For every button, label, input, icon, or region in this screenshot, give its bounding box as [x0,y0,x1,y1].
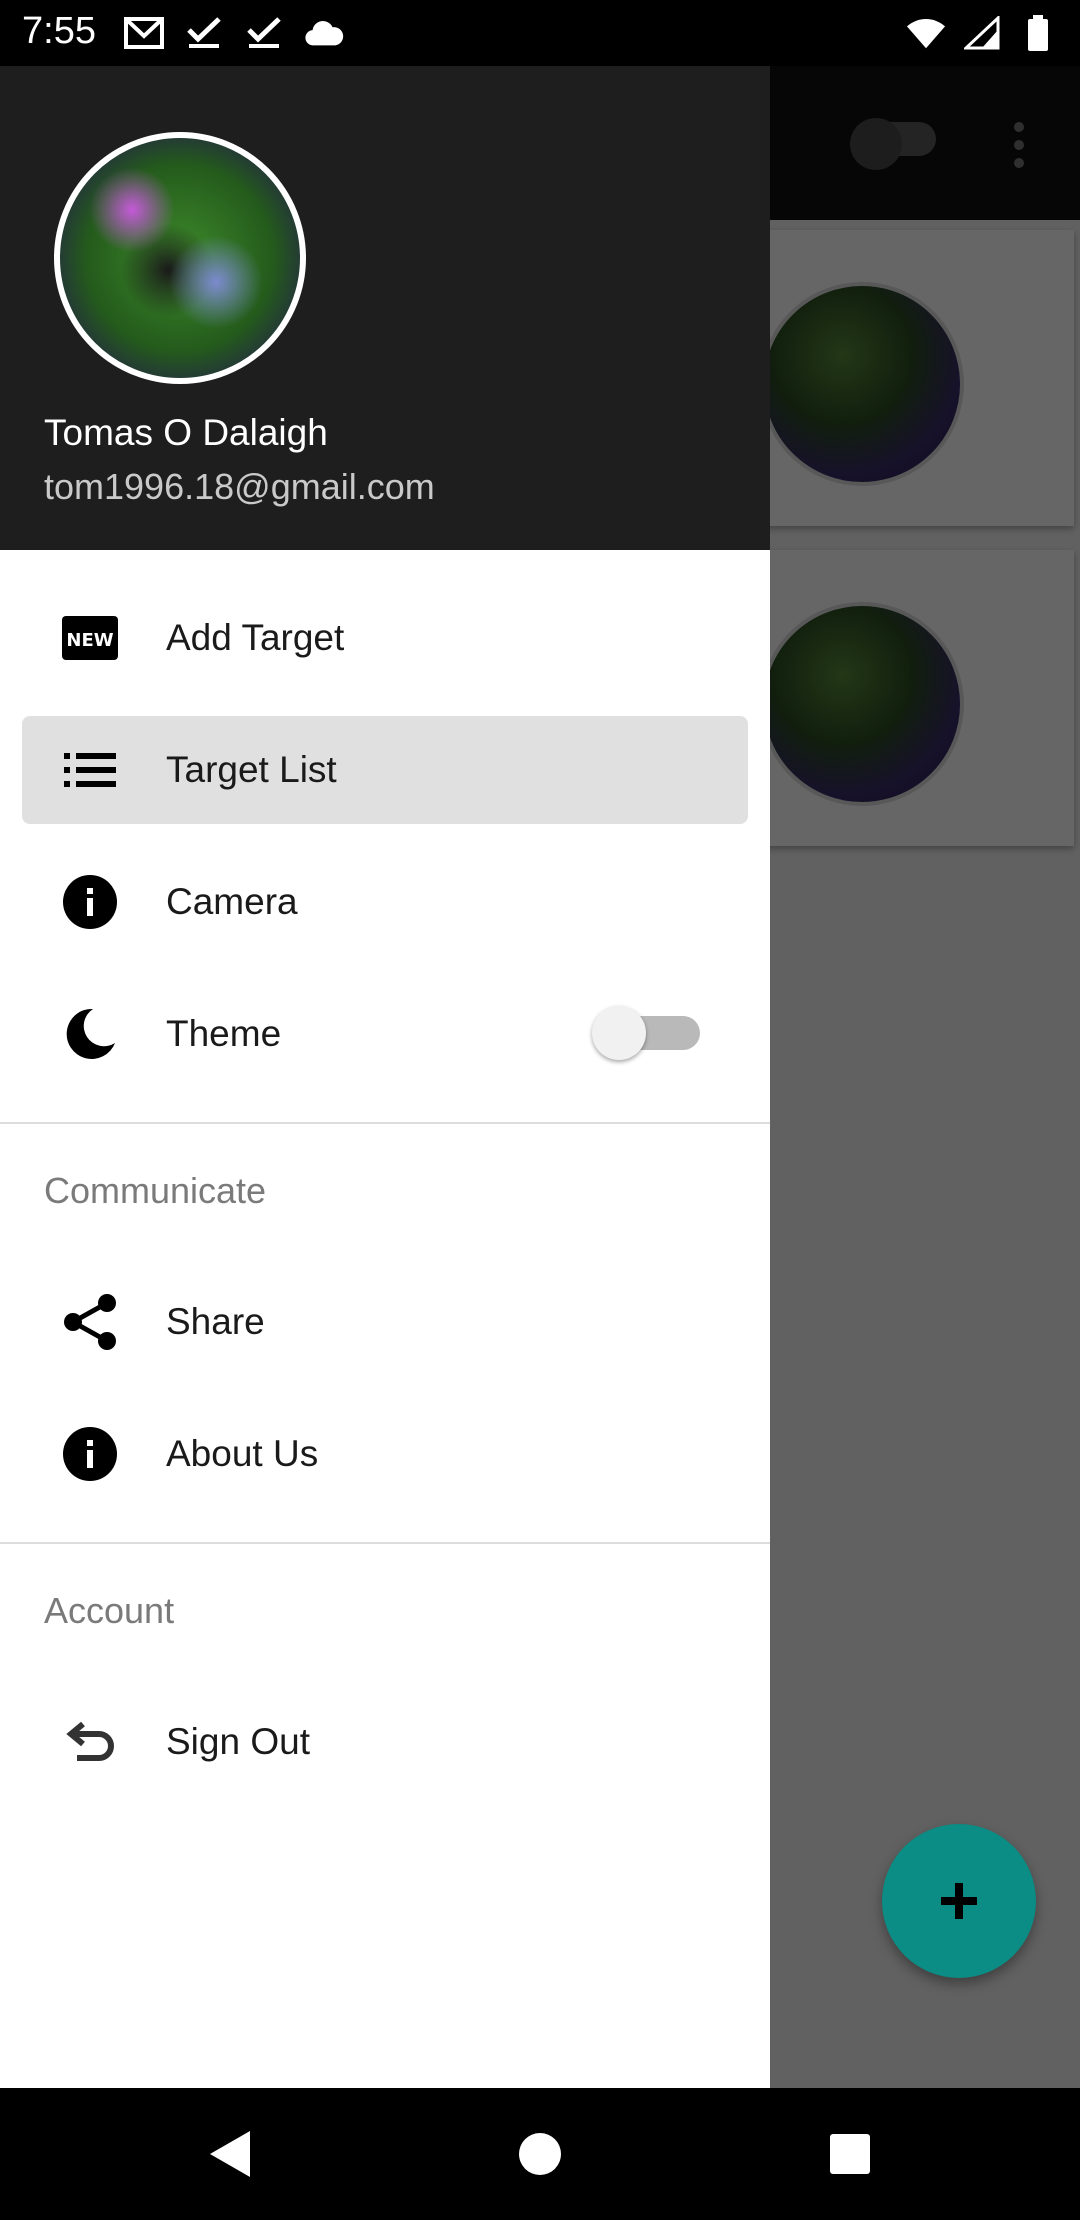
menu-item-share[interactable]: Share [22,1268,748,1376]
share-icon [62,1294,118,1350]
list-icon [62,742,118,798]
recents-icon[interactable] [820,2124,880,2184]
theme-switch-knob [592,1006,646,1060]
status-time: 7:55 [22,10,96,52]
menu-item-camera[interactable]: Camera [22,848,748,956]
cloud-icon [304,14,344,52]
svg-text:NEW: NEW [66,630,113,651]
menu-label: Add Target [166,617,345,658]
menu-item-target-list[interactable]: Target List [22,716,748,824]
signal-icon [962,14,1002,52]
menu-label: Camera [166,881,298,922]
info-icon [62,874,118,930]
undo-icon [62,1714,118,1770]
system-nav-bar [0,2088,1080,2220]
user-avatar[interactable] [54,132,306,384]
back-icon[interactable] [200,2124,260,2184]
add-fab-button[interactable] [882,1824,1036,1978]
new-badge-icon: NEW [62,610,118,666]
navigation-drawer: Tomas O Dalaigh tom1996.18@gmail.com NEW… [0,66,770,2088]
check-icon [184,14,224,52]
info-icon [62,1426,118,1482]
wifi-icon [906,14,946,52]
section-title-communicate: Communicate [44,1170,267,1211]
check-icon [244,14,284,52]
menu-item-about-us[interactable]: About Us [22,1400,748,1508]
menu-label: Share [166,1301,265,1342]
menu-item-add-target[interactable]: NEW Add Target [22,584,748,692]
moon-icon [62,1006,118,1062]
menu-item-theme[interactable]: Theme [22,980,748,1088]
battery-icon [1018,14,1058,52]
menu-label: Theme [166,1013,282,1054]
menu-item-sign-out[interactable]: Sign Out [22,1688,748,1796]
user-email: tom1996.18@gmail.com [44,466,435,507]
plus-icon [941,1883,977,1919]
menu-label: Sign Out [166,1721,310,1762]
drawer-header: Tomas O Dalaigh tom1996.18@gmail.com [0,66,770,550]
menu-label: About Us [166,1433,319,1474]
home-icon[interactable] [510,2124,570,2184]
gmail-icon [124,14,164,52]
section-title-account: Account [44,1590,175,1631]
menu-label: Target List [166,749,337,790]
status-bar: 7:55 [0,0,1080,66]
user-name: Tomas O Dalaigh [44,412,328,453]
divider [0,1122,770,1124]
divider [0,1542,770,1544]
